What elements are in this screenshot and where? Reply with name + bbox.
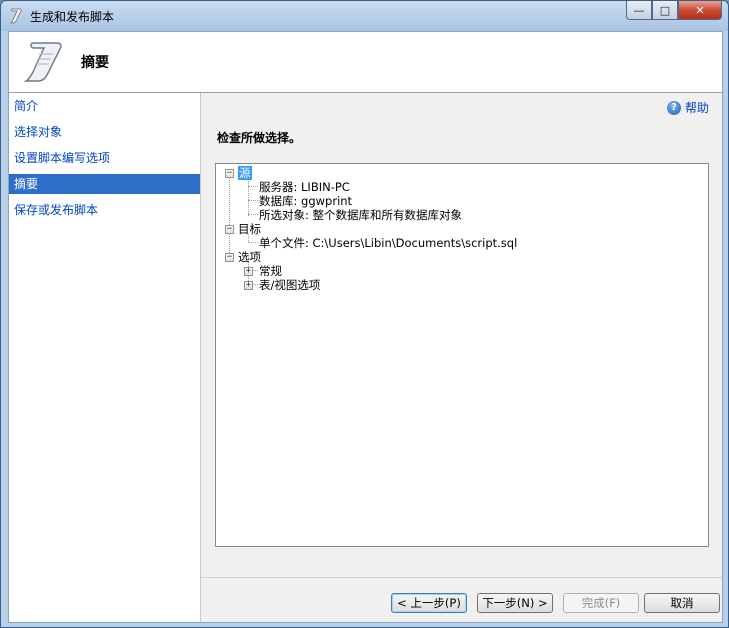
button-bar: < 上一步(P) 下一步(N) > 完成(F) 取消 [201,577,722,623]
main-content: ? 帮助 检查所做选择。 − 源 服务器: LIBIN-PC 数据库: ggwp… [201,93,722,622]
maximize-button[interactable]: □ [652,1,678,20]
scroll-icon [10,8,22,24]
tree-node-table-view-options[interactable]: 表/视图选项 [259,278,320,292]
tree-node-single-file[interactable]: 单个文件: C:\Users\Libin\Documents\script.sq… [259,236,517,250]
instruction-text: 检查所做选择。 [217,131,302,145]
expand-toggle[interactable]: + [244,281,253,290]
scroll-icon [23,42,62,82]
finish-button[interactable]: 完成(F) [563,593,639,613]
help-label: 帮助 [684,101,709,115]
nav-item-choose-objects[interactable]: 选择对象 [9,122,200,142]
dialog-client: 摘要 简介 选择对象 设置脚本编写选项 摘要 保存或发布脚本 ? 帮助 检查所做… [8,31,723,623]
tree-node-target[interactable]: 目标 [238,222,261,236]
help-icon: ? [666,100,681,115]
nav-item-save-publish[interactable]: 保存或发布脚本 [9,200,200,220]
title-bar[interactable]: 生成和发布脚本 — □ ✕ [1,1,728,31]
tree-node-options[interactable]: 选项 [238,250,261,264]
collapse-toggle[interactable]: − [225,225,234,234]
tree-node-source[interactable]: 源 [238,166,252,180]
expand-toggle[interactable]: + [244,267,253,276]
tree-node-general[interactable]: 常规 [259,264,282,278]
dialog-window: 生成和发布脚本 — □ ✕ 摘要 简介 选择对象 设置脚本编写选项 摘要 保存或… [0,0,729,628]
tree-node-database[interactable]: 数据库: ggwprint [259,194,352,208]
tree-node-server[interactable]: 服务器: LIBIN-PC [259,180,350,194]
minimize-button[interactable]: — [626,1,652,20]
summary-tree[interactable]: − 源 服务器: LIBIN-PC 数据库: ggwprint 所选对象: 整个… [215,163,709,547]
collapse-toggle[interactable]: − [225,253,234,262]
previous-button[interactable]: < 上一步(P) [391,593,467,613]
wizard-nav: 简介 选择对象 设置脚本编写选项 摘要 保存或发布脚本 [9,93,201,622]
tree-node-selected-objects[interactable]: 所选对象: 整个数据库和所有数据库对象 [259,208,462,222]
nav-item-scripting-options[interactable]: 设置脚本编写选项 [9,148,200,168]
collapse-toggle[interactable]: − [225,169,234,178]
cancel-button[interactable]: 取消 [644,593,720,613]
help-link[interactable]: ? 帮助 [666,99,709,116]
page-title: 摘要 [81,55,109,71]
next-button[interactable]: 下一步(N) > [477,593,553,613]
page-header: 摘要 [9,32,722,93]
nav-item-intro[interactable]: 简介 [9,96,200,116]
close-button[interactable]: ✕ [678,1,722,20]
nav-item-summary[interactable]: 摘要 [9,174,200,194]
window-title: 生成和发布脚本 [30,10,115,24]
